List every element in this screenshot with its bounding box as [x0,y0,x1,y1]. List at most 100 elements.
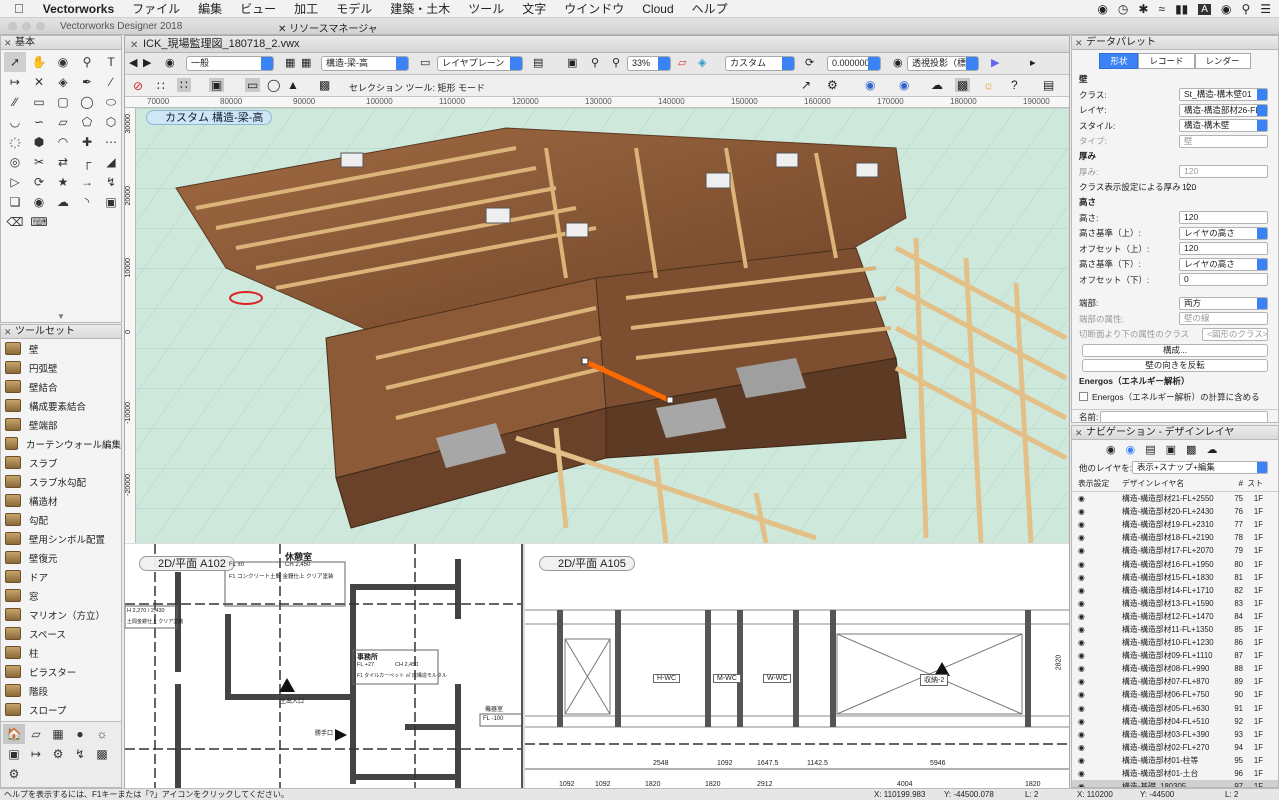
rotate-tool-icon[interactable]: ⟳ [28,172,50,192]
close-icon[interactable]: ✕ [4,36,12,50]
render-icon[interactable]: ▶ [991,56,999,69]
toolset-item[interactable]: カーテンウォール編集 [1,434,121,453]
disable-snap-icon[interactable]: ⊘ [133,79,143,93]
layer-row[interactable]: ◉ 構造-構造部材03-FL+390 93 1F [1072,728,1278,741]
delete-tool-icon[interactable]: ✕ [28,72,50,92]
callout-tool-icon[interactable]: ⌨ [28,212,50,232]
lighting-icon[interactable]: ☼ [91,724,113,744]
viewport-3d[interactable]: カスタム 構造-梁-高 [136,108,1068,543]
col-number[interactable]: # [1223,479,1243,488]
toolset-item[interactable]: スラブ水勾配 [1,472,121,491]
arc-tool-icon[interactable]: ◡ [4,112,26,132]
tangent-arc-icon[interactable]: ◠ [52,132,74,152]
flyover-tool-icon[interactable]: ◉ [52,52,74,72]
layer-row[interactable]: ◉ 構造-構造部材01-土台 96 1F [1072,767,1278,780]
eye-icon[interactable]: ◉ [1072,533,1122,542]
attribute-mapping-icon[interactable]: ◈ [52,72,74,92]
layer-row[interactable]: ◉ 構造-構造部材09-FL+1110 87 1F [1072,649,1278,662]
page-icon[interactable]: ▤ [533,56,543,69]
toolset-item[interactable]: ドア [1,567,121,586]
type-select[interactable]: 壁 [1179,134,1268,148]
toolset-item[interactable]: スペース [1,624,121,643]
rectangle-mode-icon[interactable]: ▭ [245,78,261,92]
reshape-tool-icon[interactable]: ★ [52,172,74,192]
layer-row[interactable]: ◉ 構造-構造部材21-FL+2550 75 1F [1072,492,1278,505]
top-bound-select[interactable]: レイヤの高さ [1179,226,1268,240]
layer-row[interactable]: ◉ 構造-構造部材01-柱等 95 1F [1072,754,1278,767]
bluetooth-icon[interactable]: ✱ [1138,2,1148,16]
mirror-tool-icon[interactable]: ▷ [4,172,26,192]
freehand-tool-icon[interactable]: ∽ [28,112,50,132]
mode-toggle-icon[interactable]: ▣ [209,78,225,92]
split-tool-icon[interactable]: ↯ [100,172,121,192]
view-select[interactable]: カスタム [725,56,795,71]
selection-tool-icon[interactable]: ➚ [4,52,26,72]
toolset-item[interactable]: マリオン（方立） [1,605,121,624]
tab-shape[interactable]: 形状 [1099,53,1139,69]
layer-vis-icon[interactable]: ◉ [899,78,909,92]
eye-icon[interactable]: ◉ [1072,651,1122,660]
settings-gear-icon[interactable]: ⚙ [3,764,25,784]
layer-row[interactable]: ◉ 構造-構造部材13-FL+1590 83 1F [1072,597,1278,610]
toolset-item[interactable]: 階段 [1,681,121,700]
energos-checkbox[interactable] [1079,392,1088,402]
menu-edit[interactable]: 編集 [189,0,231,17]
rounded-rect-tool-icon[interactable]: ▢ [52,92,74,112]
window-minimize-icon[interactable] [22,22,31,31]
time-machine-icon[interactable]: ◷ [1118,2,1128,16]
building-shell-icon[interactable]: 🏠 [3,724,25,744]
forward-arrow-icon[interactable]: ▶ [143,56,151,69]
menu-app[interactable]: Vectorworks [34,2,123,16]
eye-icon[interactable]: ◉ [1072,743,1122,752]
resource-manager-tab[interactable]: ✕ リソースマネージャ [278,20,378,35]
notification-icon[interactable]: ☰ [1260,2,1271,16]
toolset-item[interactable]: 窓 [1,586,121,605]
move-icon[interactable]: ↗ [801,78,811,92]
eye-icon[interactable]: ◉ [1072,638,1122,647]
chamfer-tool-icon[interactable]: ◢ [100,152,121,172]
offset-bottom-field[interactable]: 0 [1179,273,1268,286]
layer-row[interactable]: ◉ 構造-構造部材05-FL+630 91 1F [1072,702,1278,715]
trim-tool-icon[interactable]: ✂ [28,152,50,172]
locus-tool-icon[interactable]: ✚ [76,132,98,152]
render-mode-icon[interactable]: ◉ [893,56,903,69]
toolset-item[interactable]: 構造材 [1,491,121,510]
option-mode-icon[interactable]: ▩ [319,78,330,92]
visibility-tool-icon[interactable]: ◉ [28,192,50,212]
zoom-tool-icon[interactable]: ⚲ [76,52,98,72]
other-layers-select[interactable]: 表示+スナップ+編集 [1132,461,1268,474]
snap-all-icon[interactable]: ∷ [177,78,191,92]
arc-length-icon[interactable]: ◝ [76,192,98,212]
connect-tool-icon[interactable]: → [76,172,98,192]
nav-tab-ref-icon[interactable]: ☁ [1206,443,1217,460]
class-select[interactable]: St_構造-構木壁01 [1179,88,1268,101]
detailing-icon[interactable]: ▣ [3,744,25,764]
toolset-item[interactable]: ピラスター [1,662,121,681]
toolset-item[interactable]: 構成要素結合 [1,396,121,415]
col-visibility[interactable]: 表示設定 [1072,478,1122,489]
eye-icon[interactable]: ◉ [1072,730,1122,739]
toolset-item[interactable]: 壁端部 [1,415,121,434]
eye-icon[interactable]: ◉ [1072,704,1122,713]
eye-icon[interactable]: ◉ [1072,756,1122,765]
double-line-tool-icon[interactable]: ∕∕ [4,92,26,112]
layer-row[interactable]: ◉ 構造-構造部材12-FL+1470 84 1F [1072,610,1278,623]
rectangle-tool-icon[interactable]: ▭ [28,92,50,112]
layer-row[interactable]: ◉ 構造-構造部材02-FL+270 94 1F [1072,741,1278,754]
user-icon[interactable]: ◉ [1221,2,1231,16]
active-layer-select[interactable]: 構造-梁-高 [321,56,409,71]
layer-row[interactable]: ◉ 構造-構造部材07-FL+870 89 1F [1072,675,1278,688]
cut-class-select[interactable]: <図形のクラス> [1202,327,1268,341]
oval-tool-icon[interactable]: ⬭ [100,92,121,112]
eye-icon[interactable]: ◉ [1072,546,1122,555]
apple-icon[interactable]:  [0,1,34,16]
pan-tool-icon[interactable]: ✋ [28,52,50,72]
snap-mode-icon[interactable]: ∷ [157,79,165,93]
lasso-mode-icon[interactable]: ◯ [267,78,280,92]
layer-row[interactable]: ◉ 構造-構造部材04-FL+510 92 1F [1072,715,1278,728]
standard-view-icon[interactable]: ◈ [698,56,706,69]
layer-row[interactable]: ◉ 構造-構造部材06-FL+750 90 1F [1072,688,1278,701]
menu-window[interactable]: ウインドウ [555,0,633,17]
col-story[interactable]: スト [1243,478,1263,489]
eye-icon[interactable]: ◉ [1072,625,1122,634]
